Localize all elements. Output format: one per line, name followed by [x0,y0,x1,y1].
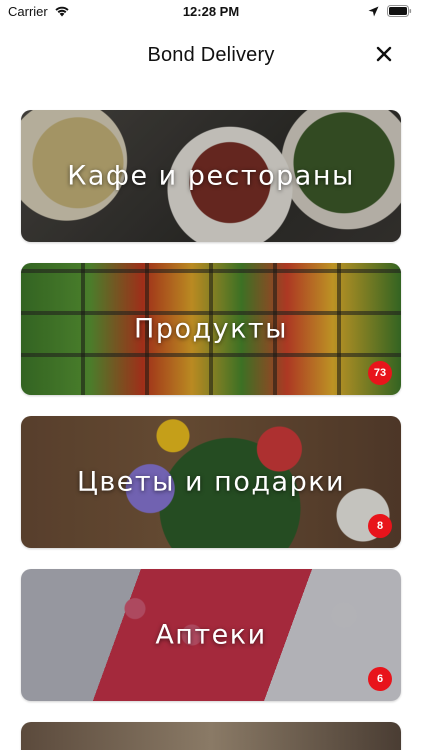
close-button[interactable] [372,44,396,68]
category-label: Аптеки [155,619,267,651]
battery-icon [387,5,412,17]
status-left: Carrier [8,4,70,19]
count-badge: 8 [368,514,392,538]
category-card-partial[interactable] [21,722,401,750]
category-label: Продукты [134,313,288,345]
status-bar: Carrier 12:28 PM [0,0,422,22]
location-arrow-icon [368,6,379,17]
category-label: Цветы и подарки [76,466,346,498]
category-image [21,722,401,750]
category-card-products[interactable]: Продукты 73 [21,263,401,395]
page-title: Bond Delivery [147,43,275,66]
category-label: Кафе и рестораны [67,160,355,192]
count-badge: 73 [368,361,392,385]
status-right [368,5,412,17]
category-list: Кафе и рестораны Продукты 73 Цветы и под… [0,110,422,750]
close-icon [376,46,392,67]
carrier-label: Carrier [8,3,48,19]
category-card-cafe[interactable]: Кафе и рестораны [21,110,401,242]
wifi-icon [54,5,70,17]
header: Bond Delivery [0,22,422,88]
count-badge: 6 [368,667,392,691]
category-card-pharmacy[interactable]: Аптеки 6 [21,569,401,701]
category-card-flowers[interactable]: Цветы и подарки 8 [21,416,401,548]
